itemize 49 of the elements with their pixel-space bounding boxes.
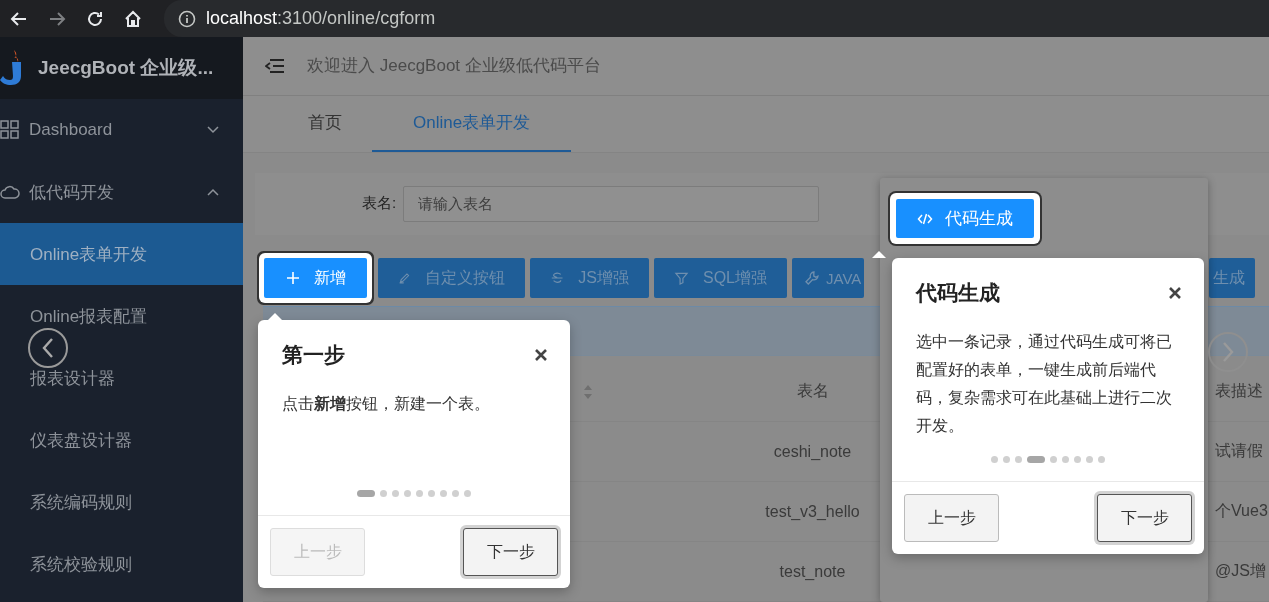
column-header: 表名 <box>796 381 829 401</box>
table-cell-text: 试请假 <box>1215 441 1263 461</box>
code-generate-button[interactable]: 代码生成 <box>896 199 1034 238</box>
sidebar-item[interactable]: 低代码开发 <box>0 161 243 223</box>
chevron-icon <box>207 188 219 196</box>
menu-fold-icon[interactable] <box>265 57 285 74</box>
sidebar-item[interactable]: 系统校验规则 <box>0 533 243 595</box>
tour-pointer <box>872 251 886 258</box>
address-bar[interactable]: localhost:3100/online/cgform <box>164 0 1269 37</box>
grid-icon <box>0 120 20 140</box>
tour-title: 代码生成 <box>916 280 1000 306</box>
wrench-icon <box>804 270 820 286</box>
logo-icon <box>0 50 24 86</box>
chevron-left-icon <box>41 337 55 359</box>
welcome-text: 欢迎进入 JeecgBoot 企业级低代码平台 <box>307 55 601 78</box>
next-button[interactable]: 下一步 <box>463 528 558 576</box>
table-cell: test_v3_hello <box>765 502 860 521</box>
filter-icon <box>674 270 689 286</box>
sidebar-item[interactable]: 报表设计器 <box>0 347 243 409</box>
table-cell: test_note <box>779 562 846 581</box>
previous-arrow-button[interactable] <box>28 328 68 368</box>
table-name-field[interactable]: 请输入表名 <box>403 185 820 222</box>
brush-icon <box>398 270 411 286</box>
code-icon <box>917 211 933 226</box>
next-button[interactable]: 下一步 <box>1097 494 1192 542</box>
field-label: 表名: <box>362 194 397 214</box>
sidebar-item[interactable]: Dashboard <box>0 99 243 161</box>
sidebar-item[interactable]: Online报表配置 <box>0 285 243 347</box>
sidebar-item[interactable]: Online表单开发 <box>0 223 243 285</box>
chevron-right-icon <box>1221 341 1235 363</box>
strikethrough-icon <box>550 270 565 286</box>
cloud-icon <box>0 185 20 199</box>
page-tab[interactable]: 首页 <box>278 95 372 152</box>
column-header: 表描述 <box>1215 381 1263 401</box>
sort-icon <box>583 383 593 400</box>
tour-description: 选中一条记录，通过代码生成可将已配置好的表单，一键生成前后端代码，复杂需求可在此基础上进行二次开发。 <box>915 332 1173 436</box>
app-name: JeecgBoot 企业级... <box>38 56 214 80</box>
close-icon[interactable] <box>534 348 548 362</box>
sidebar-item[interactable]: 系统编码规则 <box>0 471 243 533</box>
table-cell-text: @JS增 <box>1215 561 1266 581</box>
tour-description: 点击新增按钮，新建一个表。 <box>281 394 491 414</box>
plus-icon <box>285 271 300 285</box>
table-cell-text: 个Vue3 <box>1215 501 1268 521</box>
table-cell: ceshi_note <box>773 442 852 461</box>
close-icon[interactable] <box>1168 286 1182 300</box>
chevron-icon <box>207 126 219 134</box>
previous-button[interactable]: 上一步 <box>904 494 999 542</box>
sidebar-item[interactable]: 仪表盘设计器 <box>0 409 243 471</box>
tour-title: 第一步 <box>282 342 345 368</box>
